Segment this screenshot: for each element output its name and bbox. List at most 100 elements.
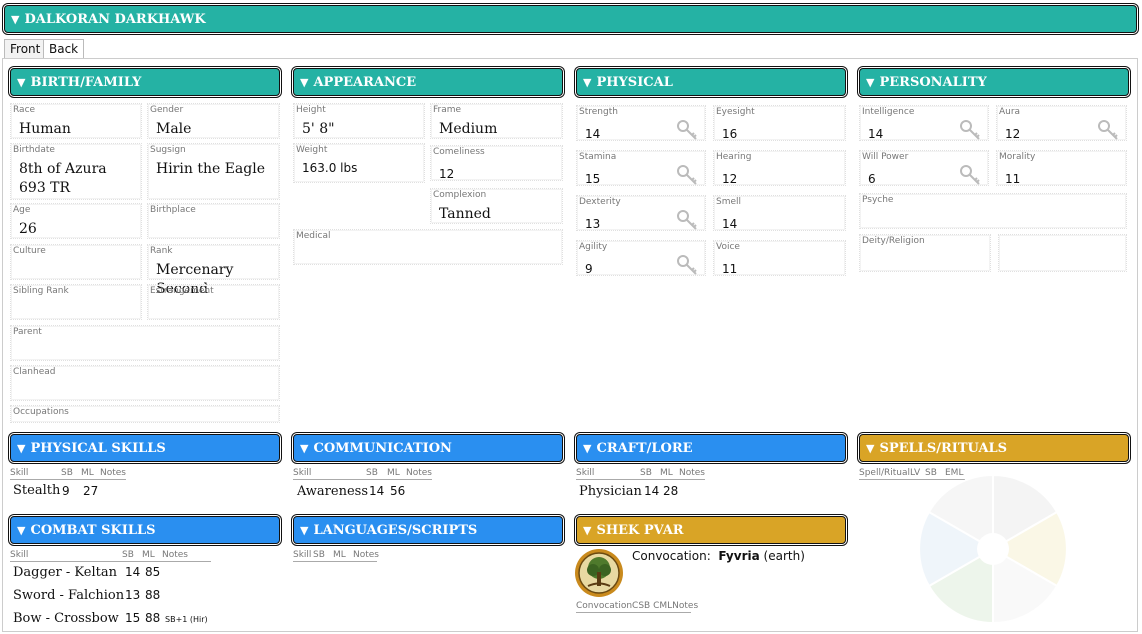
table-row[interactable]: Bow - Crossbow 15 88 SB+1 (Hir) <box>13 611 208 626</box>
clanhead-field[interactable]: Clanhead <box>10 365 280 401</box>
hearing-field[interactable]: Hearing 12 <box>713 150 846 186</box>
estrangement-field[interactable]: Estrangement <box>147 284 280 320</box>
skill-name: Stealth <box>13 483 61 498</box>
key-icon[interactable] <box>1096 118 1120 142</box>
psyche-field[interactable]: Psyche <box>859 193 1127 229</box>
birthdate-field[interactable]: Birthdate 8th of Azura 693 TR <box>10 143 142 200</box>
intelligence-field[interactable]: Intelligence 14 <box>859 105 989 141</box>
tab-front[interactable]: Front <box>4 39 47 59</box>
section-physical-skills[interactable]: ▼ PHYSICAL SKILLS <box>10 434 280 462</box>
weight-label: Weight <box>296 145 328 155</box>
key-icon[interactable] <box>675 253 699 277</box>
collapse-triangle-icon[interactable]: ▼ <box>300 442 308 455</box>
parent-field[interactable]: Parent <box>10 325 280 361</box>
col-notes: Notes <box>162 550 188 560</box>
willpower-value: 6 <box>868 172 876 186</box>
smell-value: 14 <box>722 217 738 231</box>
tab-back[interactable]: Back <box>43 39 85 59</box>
deity-field[interactable]: Deity/Religion <box>859 234 991 272</box>
stamina-field[interactable]: Stamina 15 <box>576 150 706 186</box>
collapse-triangle-icon[interactable]: ▼ <box>17 442 25 455</box>
weight-field[interactable]: Weight 163.0 lbs <box>293 143 425 183</box>
age-field[interactable]: Age 26 <box>10 203 142 239</box>
col-skill: Skill <box>10 468 29 478</box>
col-skill: Skill <box>576 468 595 478</box>
character-title-bar[interactable]: ▼ DALKORAN DARKHAWK <box>4 5 1137 33</box>
skill-sb: 15 <box>125 611 141 625</box>
smell-field[interactable]: Smell 14 <box>713 195 846 231</box>
section-combat-skills[interactable]: ▼ COMBAT SKILLS <box>10 516 280 544</box>
col-notes: Notes <box>100 468 126 478</box>
sibling-rank-field[interactable]: Sibling Rank <box>10 284 142 320</box>
col-spell: Spell/Ritual <box>859 468 910 478</box>
race-field[interactable]: Race Human <box>10 103 142 139</box>
section-communication[interactable]: ▼ COMMUNICATION <box>293 434 563 462</box>
col-notes: Notes <box>353 550 379 560</box>
eyesight-field[interactable]: Eyesight 16 <box>713 105 846 141</box>
table-row[interactable]: Dagger - Keltan 14 85 <box>13 565 160 580</box>
deity-extra-field[interactable] <box>998 234 1127 272</box>
voice-field[interactable]: Voice 11 <box>713 240 846 276</box>
section-shek-pvar[interactable]: ▼ SHEK PVAR <box>576 516 846 544</box>
aura-field[interactable]: Aura 12 <box>996 105 1127 141</box>
hearing-value: 12 <box>722 172 738 186</box>
table-row[interactable]: Stealth 9 27 <box>13 483 98 498</box>
culture-label: Culture <box>13 246 46 256</box>
willpower-field[interactable]: Will Power 6 <box>859 150 989 186</box>
table-row[interactable]: Awareness 14 56 <box>297 484 405 499</box>
collapse-triangle-icon[interactable]: ▼ <box>583 76 591 89</box>
section-craft-lore[interactable]: ▼ CRAFT/LORE <box>576 434 846 462</box>
dexterity-field[interactable]: Dexterity 13 <box>576 195 706 231</box>
age-value: 26 <box>19 221 37 237</box>
col-ml: ML <box>81 468 94 478</box>
medical-field[interactable]: Medical <box>293 229 563 265</box>
section-personality[interactable]: ▼ PERSONALITY <box>859 68 1129 96</box>
collapse-triangle-icon[interactable]: ▼ <box>300 524 308 537</box>
key-icon[interactable] <box>958 163 982 187</box>
height-field[interactable]: Height 5' 8" <box>293 103 425 139</box>
rank-field[interactable]: Rank Mercenary Second <box>147 244 280 297</box>
collapse-triangle-icon[interactable]: ▼ <box>583 442 591 455</box>
col-skill: Skill <box>293 550 312 560</box>
key-icon[interactable] <box>675 118 699 142</box>
col-ml: ML <box>660 468 673 478</box>
collapse-triangle-icon[interactable]: ▼ <box>583 524 591 537</box>
agility-field[interactable]: Agility 9 <box>576 240 706 276</box>
birthplace-field[interactable]: Birthplace <box>147 203 280 239</box>
sunsign-field[interactable]: Sugsign Hirin the Eagle <box>147 143 280 200</box>
skill-sb: 13 <box>125 588 141 602</box>
table-row[interactable]: Sword - Falchion 13 88 <box>13 588 160 603</box>
col-ml: ML <box>333 550 346 560</box>
key-icon[interactable] <box>675 208 699 232</box>
key-icon[interactable] <box>675 163 699 187</box>
table-row[interactable]: Physician 14 28 <box>579 484 678 499</box>
section-spells-rituals[interactable]: ▼ SPELLS/RITUALS <box>859 434 1129 462</box>
eyesight-value: 16 <box>722 127 738 141</box>
skill-name: Bow - Crossbow <box>13 611 119 626</box>
section-languages-scripts[interactable]: ▼ LANGUAGES/SCRIPTS <box>293 516 563 544</box>
collapse-triangle-icon[interactable]: ▼ <box>17 524 25 537</box>
section-appearance[interactable]: ▼ APPEARANCE <box>293 68 563 96</box>
stamina-label: Stamina <box>579 152 617 162</box>
communication-columns: Skill SB ML Notes <box>293 468 432 480</box>
skill-name: Sword - Falchion <box>13 588 125 603</box>
collapse-triangle-icon[interactable]: ▼ <box>17 76 25 89</box>
culture-field[interactable]: Culture <box>10 244 142 280</box>
sibling-rank-label: Sibling Rank <box>13 286 69 296</box>
key-icon[interactable] <box>958 118 982 142</box>
collapse-triangle-icon[interactable]: ▼ <box>866 76 874 89</box>
section-birth-family[interactable]: ▼ BIRTH/FAMILY <box>10 68 280 96</box>
strength-field[interactable]: Strength 14 <box>576 105 706 141</box>
collapse-triangle-icon[interactable]: ▼ <box>866 442 874 455</box>
gender-field[interactable]: Gender Male <box>147 103 280 139</box>
comeliness-field[interactable]: Comeliness 12 <box>430 145 563 181</box>
section-physical[interactable]: ▼ PHYSICAL <box>576 68 846 96</box>
sunsign-label: Sugsign <box>150 145 186 155</box>
frame-field[interactable]: Frame Medium <box>430 103 563 139</box>
complexion-field[interactable]: Complexion Tanned <box>430 188 563 224</box>
morality-field[interactable]: Morality 11 <box>996 150 1127 186</box>
collapse-triangle-icon[interactable]: ▼ <box>11 13 19 26</box>
strength-value: 14 <box>585 127 601 141</box>
occupations-field[interactable]: Occupations <box>10 405 280 423</box>
collapse-triangle-icon[interactable]: ▼ <box>300 76 308 89</box>
